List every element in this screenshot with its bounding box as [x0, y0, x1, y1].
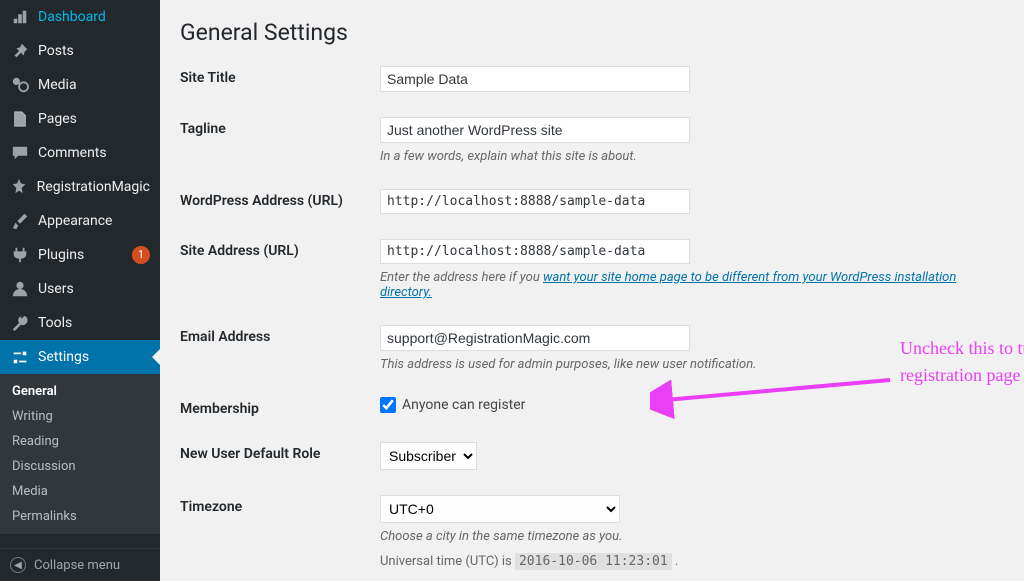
default-role-select[interactable]: Subscriber	[380, 442, 477, 470]
collapse-menu-button[interactable]: ◀ Collapse menu	[0, 548, 160, 581]
site-url-description: Enter the address here if you want your …	[380, 270, 1004, 300]
plugins-update-badge: 1	[132, 246, 150, 264]
sidebar-label: Users	[38, 281, 150, 297]
sidebar-item-comments[interactable]: Comments	[0, 136, 160, 170]
utc-time-text: Universal time (UTC) is 2016-10-06 11:23…	[380, 554, 1004, 569]
pin-icon	[10, 41, 30, 61]
settings-submenu: General Writing Reading Discussion Media…	[0, 374, 160, 534]
main-content: General Settings Site Title Tagline In a…	[160, 0, 1024, 581]
tagline-label: Tagline	[180, 117, 380, 137]
comment-icon	[10, 143, 30, 163]
email-input[interactable]	[380, 325, 690, 351]
submenu-item-permalinks[interactable]: Permalinks	[0, 504, 160, 529]
site-title-input[interactable]	[380, 66, 690, 92]
brush-icon	[10, 211, 30, 231]
utc-time-code: 2016-10-06 11:23:01	[515, 553, 672, 570]
sidebar-item-posts[interactable]: Posts	[0, 34, 160, 68]
submenu-item-discussion[interactable]: Discussion	[0, 454, 160, 479]
submenu-item-writing[interactable]: Writing	[0, 404, 160, 429]
admin-sidebar: Dashboard Posts Media Pages Comments Reg…	[0, 0, 160, 581]
anyone-can-register-checkbox[interactable]	[380, 397, 396, 413]
email-description: This address is used for admin purposes,…	[380, 357, 1004, 372]
collapse-icon: ◀	[10, 557, 26, 573]
sidebar-label: Dashboard	[38, 9, 150, 25]
timezone-label: Timezone	[180, 495, 380, 515]
sidebar-item-pages[interactable]: Pages	[0, 102, 160, 136]
wp-url-label: WordPress Address (URL)	[180, 189, 380, 209]
page-title: General Settings	[180, 19, 1004, 46]
sidebar-label: Tools	[38, 315, 150, 331]
user-icon	[10, 279, 30, 299]
wp-url-input[interactable]	[380, 189, 690, 214]
sidebar-item-registrationmagic[interactable]: RegistrationMagic	[0, 170, 160, 204]
tagline-description: In a few words, explain what this site i…	[380, 149, 1004, 164]
submenu-item-general[interactable]: General	[0, 379, 160, 404]
sidebar-item-tools[interactable]: Tools	[0, 306, 160, 340]
sidebar-label: Pages	[38, 111, 150, 127]
sidebar-label: Plugins	[38, 247, 128, 263]
membership-checkbox-label: Anyone can register	[402, 397, 525, 413]
dashboard-icon	[10, 7, 30, 27]
media-icon	[10, 75, 30, 95]
timezone-select[interactable]: UTC+0	[380, 495, 620, 523]
plug-icon	[10, 245, 30, 265]
sliders-icon	[10, 347, 30, 367]
sidebar-label: RegistrationMagic	[37, 179, 150, 195]
email-label: Email Address	[180, 325, 380, 345]
sidebar-label: Posts	[38, 43, 150, 59]
page-icon	[10, 109, 30, 129]
membership-checkbox-wrap[interactable]: Anyone can register	[380, 397, 1004, 413]
membership-label: Membership	[180, 397, 380, 417]
sidebar-label: Appearance	[38, 213, 150, 229]
site-url-label: Site Address (URL)	[180, 239, 380, 259]
sidebar-item-settings[interactable]: Settings	[0, 340, 160, 374]
sidebar-item-dashboard[interactable]: Dashboard	[0, 0, 160, 34]
sidebar-item-plugins[interactable]: Plugins 1	[0, 238, 160, 272]
timezone-description: Choose a city in the same timezone as yo…	[380, 529, 1004, 544]
magic-icon	[10, 177, 29, 197]
sidebar-label: Media	[38, 77, 150, 93]
site-url-input[interactable]	[380, 239, 690, 264]
collapse-label: Collapse menu	[34, 558, 120, 573]
submenu-item-reading[interactable]: Reading	[0, 429, 160, 454]
settings-form: Site Title Tagline In a few words, expla…	[180, 66, 1004, 569]
sidebar-item-appearance[interactable]: Appearance	[0, 204, 160, 238]
site-title-label: Site Title	[180, 66, 380, 86]
sidebar-item-users[interactable]: Users	[0, 272, 160, 306]
sidebar-item-media[interactable]: Media	[0, 68, 160, 102]
submenu-item-media[interactable]: Media	[0, 479, 160, 504]
tagline-input[interactable]	[380, 117, 690, 143]
sidebar-label: Comments	[38, 145, 150, 161]
wrench-icon	[10, 313, 30, 333]
default-role-label: New User Default Role	[180, 442, 380, 462]
sidebar-label: Settings	[38, 349, 150, 365]
